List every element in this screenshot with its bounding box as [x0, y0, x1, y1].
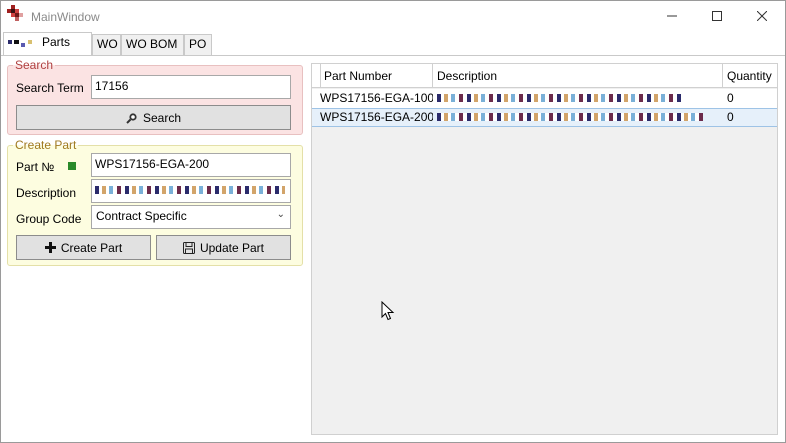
search-term-label: Search Term [16, 81, 84, 95]
parts-grid[interactable]: Part Number Description Quantity WPS1715… [311, 63, 778, 435]
tab-po[interactable]: PO [184, 34, 212, 55]
part-no-input[interactable]: WPS17156-EGA-200 [91, 153, 291, 177]
table-row[interactable]: WPS17156-EGA-100 0 [312, 89, 777, 108]
column-header-description[interactable]: Description [433, 64, 723, 87]
close-button[interactable] [739, 1, 785, 31]
redacted-description [437, 94, 682, 102]
description-label: Description [16, 186, 77, 200]
search-term-input[interactable]: 17156 [91, 75, 291, 99]
maximize-icon [712, 11, 722, 21]
group-code-value: Contract Specific [96, 209, 187, 223]
tab-strip: Parts WO WO BOM PO [1, 32, 785, 56]
maximize-button[interactable] [694, 1, 740, 31]
update-part-button-label: Update Part [199, 240, 265, 255]
description-cell [433, 108, 723, 127]
tab-parts[interactable]: Parts [3, 32, 92, 56]
create-part-button-label: Create Part [60, 240, 123, 255]
redacted-description [95, 186, 285, 194]
title-bar: MainWindow [1, 1, 785, 31]
magnifier-icon [126, 112, 137, 124]
quantity-cell: 0 [727, 110, 734, 124]
tab-wo[interactable]: WO [92, 34, 121, 55]
quantity-cell: 0 [727, 91, 734, 105]
create-part-legend: Create Part [13, 138, 79, 152]
grid-header: Part Number Description Quantity [312, 64, 777, 88]
column-header-part-number[interactable]: Part Number [320, 64, 433, 87]
plus-icon [44, 242, 56, 253]
save-icon [182, 241, 195, 254]
tab-wo-bom-label: WO BOM [126, 37, 178, 51]
minimize-button[interactable] [649, 1, 695, 31]
tab-wo-label: WO [97, 37, 118, 51]
tab-wo-bom[interactable]: WO BOM [121, 34, 184, 55]
part-status-indicator [68, 162, 76, 170]
parts-tab-content: Search Search Term 17156 Search Create P… [1, 56, 785, 442]
tab-po-label: PO [189, 37, 207, 51]
description-cell [433, 89, 723, 108]
create-part-group: Create Part Part № WPS17156-EGA-200 Desc… [7, 138, 303, 266]
app-icon [7, 5, 23, 21]
search-group-legend: Search [13, 58, 56, 72]
window-title: MainWindow [31, 10, 100, 24]
create-part-button[interactable]: Create Part [16, 235, 151, 260]
part-number-cell: WPS17156-EGA-100 [320, 91, 433, 105]
tab-parts-label: Parts [42, 35, 71, 49]
column-header-quantity[interactable]: Quantity [723, 64, 777, 87]
description-input[interactable] [91, 179, 291, 203]
group-code-select[interactable]: Contract Specific ⌄ [91, 205, 291, 229]
group-code-label: Group Code [16, 212, 82, 226]
search-group: Search Search Term 17156 Search [7, 58, 303, 135]
parts-tab-icon [8, 39, 32, 47]
mouse-cursor-icon [381, 301, 395, 321]
chevron-down-icon: ⌄ [276, 209, 285, 220]
close-icon [757, 11, 767, 21]
search-button[interactable]: Search [16, 105, 291, 130]
part-number-cell: WPS17156-EGA-200 [320, 110, 433, 124]
main-window: MainWindow Parts WO WO BOM PO Search Sea… [0, 0, 786, 443]
table-row-selected[interactable]: WPS17156-EGA-200 0 [312, 108, 777, 127]
search-button-label: Search [142, 110, 182, 125]
update-part-button[interactable]: Update Part [156, 235, 291, 260]
minimize-icon [667, 15, 677, 17]
redacted-description [437, 113, 703, 121]
part-no-label: Part № [16, 160, 55, 174]
